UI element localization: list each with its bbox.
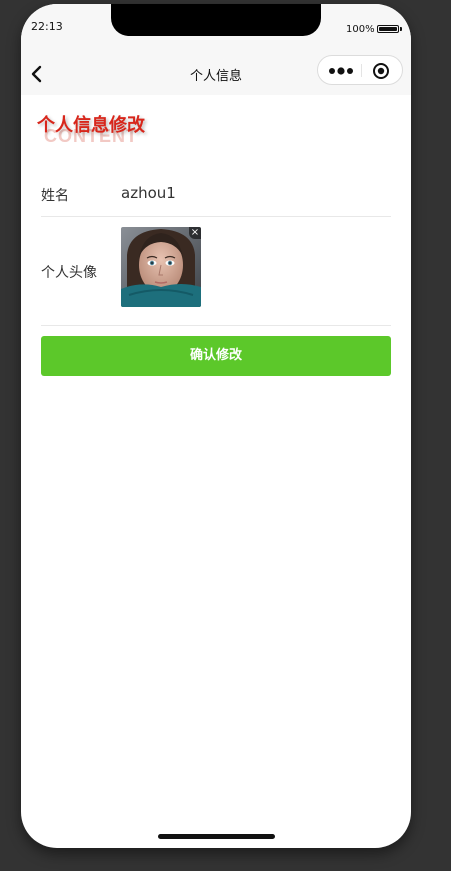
target-circle-icon	[373, 63, 389, 79]
status-time: 22:13	[31, 20, 63, 33]
section-header: CONTENT 个人信息修改	[37, 111, 237, 151]
confirm-button[interactable]: 确认修改	[41, 336, 391, 376]
name-field[interactable]: azhou1	[121, 184, 176, 202]
battery-cap	[400, 27, 402, 31]
capsule-divider	[361, 64, 362, 77]
notch	[111, 4, 321, 36]
name-label: 姓名	[41, 188, 69, 204]
remove-avatar-button[interactable]: ×	[189, 227, 201, 239]
more-dots-icon	[329, 67, 353, 75]
more-button[interactable]	[328, 63, 354, 77]
name-row: 姓名 azhou1	[41, 172, 391, 217]
avatar-image[interactable]: ×	[121, 227, 201, 307]
avatar-photo	[121, 227, 201, 307]
avatar-label: 个人头像	[41, 265, 97, 281]
avatar-row: 个人头像 ×	[41, 217, 391, 326]
battery-icon	[377, 25, 399, 33]
top-bar: 22:13 100% 个人信息	[21, 4, 411, 95]
close-miniprogram-button[interactable]	[372, 62, 390, 80]
home-indicator	[158, 834, 275, 839]
phone-screen: 22:13 100% 个人信息 CONTENT 个人信息修改 姓名 azhou1…	[21, 4, 411, 848]
miniprogram-capsule	[317, 55, 403, 85]
section-title: 个人信息修改	[37, 115, 145, 136]
battery-percent: 100%	[346, 24, 375, 35]
